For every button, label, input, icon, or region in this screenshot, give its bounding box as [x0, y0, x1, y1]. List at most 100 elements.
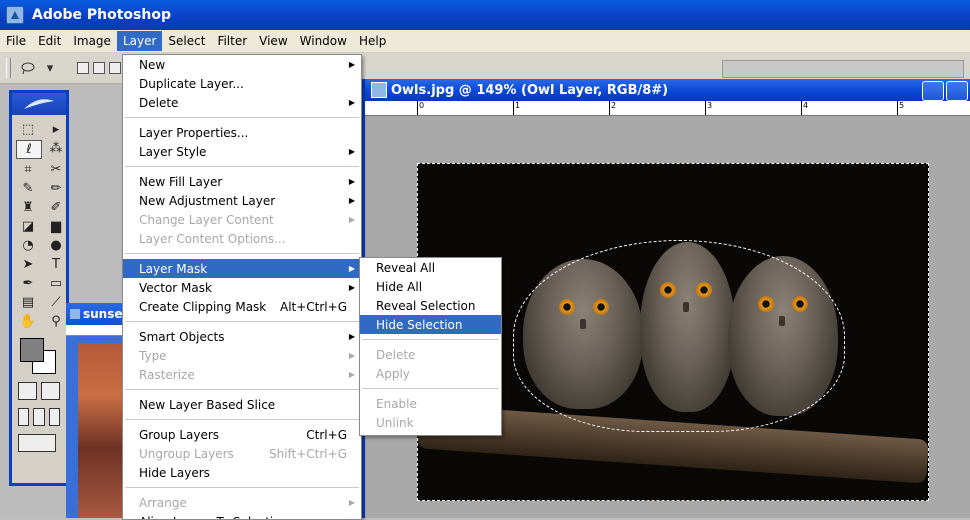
menu-item-smart-objects[interactable]: Smart Objects▶: [123, 327, 361, 346]
sunset-document-title-bar[interactable]: sunse: [66, 303, 126, 325]
ruler-tick-label: 5: [899, 101, 904, 110]
menu-file[interactable]: File: [0, 31, 32, 51]
menu-item-label: Layer Properties...: [139, 126, 248, 140]
menu-item-layer-content-options: Layer Content Options...: [123, 229, 361, 248]
type-tool-icon[interactable]: T: [44, 256, 68, 273]
menu-filter[interactable]: Filter: [211, 31, 253, 51]
mask-menu-item-apply: Apply: [360, 364, 501, 383]
mask-menu-item-hide-all[interactable]: Hide All: [360, 277, 501, 296]
notes-tool-icon[interactable]: ▤: [16, 294, 40, 311]
menu-item-label: Align Layers To Selection: [139, 515, 288, 520]
mask-menu-item-enable: Enable: [360, 394, 501, 413]
ruler-tick-mark: [897, 101, 898, 115]
menu-help[interactable]: Help: [353, 31, 392, 51]
document-title-bar[interactable]: Owls.jpg @ 149% (Owl Layer, RGB/8#): [365, 79, 970, 101]
eraser-tool-icon[interactable]: ◪: [16, 218, 40, 235]
menu-item-label: Change Layer Content: [139, 213, 274, 227]
options-bar-grip[interactable]: [6, 58, 11, 78]
ruler-tick-label: 1: [515, 101, 520, 110]
menu-item-new[interactable]: New▶: [123, 55, 361, 74]
menu-item-new-layer-based-slice[interactable]: New Layer Based Slice: [123, 395, 361, 414]
new-selection-icon[interactable]: [77, 62, 89, 74]
menu-item-new-adjustment-layer[interactable]: New Adjustment Layer▶: [123, 191, 361, 210]
menu-item-new-fill-layer[interactable]: New Fill Layer▶: [123, 172, 361, 191]
menu-item-arrange: Arrange▶: [123, 493, 361, 512]
menu-item-vector-mask[interactable]: Vector Mask▶: [123, 278, 361, 297]
rectangle-tool-icon[interactable]: ▭: [44, 275, 68, 292]
menu-layer[interactable]: Layer: [117, 31, 162, 51]
menu-item-hide-layers[interactable]: Hide Layers: [123, 463, 361, 482]
menu-item-create-clipping-mask[interactable]: Create Clipping MaskAlt+Ctrl+G: [123, 297, 361, 316]
menu-select[interactable]: Select: [162, 31, 211, 51]
submenu-arrow-icon: ▶: [349, 351, 355, 360]
standard-screen-mode-icon[interactable]: [18, 408, 29, 426]
minimize-window-button[interactable]: [922, 81, 944, 101]
lasso-tool-icon[interactable]: ℓ: [16, 140, 42, 159]
menu-item-shortcut: Shift+Ctrl+G: [269, 447, 347, 461]
menu-window[interactable]: Window: [294, 31, 353, 51]
menu-item-layer-style[interactable]: Layer Style▶: [123, 142, 361, 161]
sunset-image: [78, 343, 126, 518]
mask-menu-item-hide-selection[interactable]: Hide Selection: [360, 315, 501, 334]
jump-to-imageready-icon[interactable]: [18, 434, 56, 452]
subtract-from-selection-icon[interactable]: [109, 62, 121, 74]
move-tool-icon[interactable]: ▸: [44, 121, 68, 138]
menu-item-layer-mask[interactable]: Layer Mask ▶: [123, 259, 361, 278]
magic-wand-tool-icon[interactable]: ⁂: [44, 140, 68, 157]
mask-menu-item-unlink: Unlink: [360, 413, 501, 432]
maximize-window-button[interactable]: [946, 81, 968, 101]
menu-item-group-layers[interactable]: Group LayersCtrl+G: [123, 425, 361, 444]
layer-menu: New▶ Duplicate Layer... Delete▶ Layer Prope…: [122, 54, 362, 520]
sunset-ruler: [66, 325, 126, 336]
clone-stamp-tool-icon[interactable]: ♜: [16, 199, 40, 216]
menu-item-delete[interactable]: Delete▶: [123, 93, 361, 112]
submenu-arrow-icon: ▶: [349, 264, 355, 273]
brush-tool-icon[interactable]: ✏: [44, 180, 68, 197]
menu-item-label: Vector Mask: [139, 281, 212, 295]
foreground-color-swatch[interactable]: [20, 338, 44, 362]
path-selection-tool-icon[interactable]: ➤: [16, 256, 40, 273]
zoom-tool-icon[interactable]: ⚲: [44, 313, 68, 330]
ruler-tick-label: 0: [419, 101, 424, 110]
sunset-document-window[interactable]: sunse: [66, 303, 126, 518]
crop-tool-icon[interactable]: ⌗: [16, 161, 40, 178]
toolbox: ⬚ ▸ ℓ ⁂ ⌗ ✂ ✎ ✏ ♜ ✐ ◪ ▆ ◔ ● ➤ T ✒ ▭ ▤ ⟋ …: [9, 90, 69, 486]
menu-item-label: Smart Objects: [139, 330, 224, 344]
submenu-arrow-icon: ▶: [349, 177, 355, 186]
app-title: Adobe Photoshop: [32, 7, 171, 23]
menu-item-layer-properties[interactable]: Layer Properties...: [123, 123, 361, 142]
full-screen-mode-icon[interactable]: [49, 408, 60, 426]
add-to-selection-icon[interactable]: [93, 62, 105, 74]
mask-menu-item-reveal-selection[interactable]: Reveal Selection: [360, 296, 501, 315]
menu-item-label: Layer Mask: [139, 262, 207, 276]
full-screen-menu-mode-icon[interactable]: [33, 408, 44, 426]
menu-edit[interactable]: Edit: [32, 31, 67, 51]
dodge-tool-icon[interactable]: ●: [44, 237, 68, 254]
feather-icon[interactable]: [12, 93, 66, 115]
lasso-tool-preset-icon[interactable]: [17, 59, 39, 77]
hand-tool-icon[interactable]: ✋: [16, 313, 40, 330]
tool-preset-dropdown-icon[interactable]: ▾: [39, 59, 61, 77]
eyedropper-tool-icon[interactable]: ⟋: [44, 294, 68, 311]
menu-image[interactable]: Image: [67, 31, 117, 51]
standard-mode-icon[interactable]: [18, 382, 37, 400]
slice-tool-icon[interactable]: ✂: [44, 161, 68, 178]
menu-item-label: Rasterize: [139, 368, 195, 382]
quick-mask-mode-icon[interactable]: [41, 382, 60, 400]
menu-separator: [125, 321, 359, 322]
blur-tool-icon[interactable]: ◔: [16, 237, 40, 254]
healing-brush-tool-icon[interactable]: ✎: [16, 180, 40, 197]
color-swatches: [12, 334, 66, 378]
marquee-tool-icon[interactable]: ⬚: [16, 121, 40, 138]
horizontal-ruler: 012345: [365, 101, 970, 116]
pen-tool-icon[interactable]: ✒: [16, 275, 40, 292]
menu-item-rasterize: Rasterize▶: [123, 365, 361, 384]
history-brush-tool-icon[interactable]: ✐: [44, 199, 68, 216]
menu-item-label: Duplicate Layer...: [139, 77, 244, 91]
mask-menu-item-reveal-all[interactable]: Reveal All: [360, 258, 501, 277]
ruler-tick-mark: [513, 101, 514, 115]
menu-item-align-layers-to-selection[interactable]: Align Layers To Selection▶: [123, 512, 361, 520]
menu-view[interactable]: View: [253, 31, 293, 51]
gradient-tool-icon[interactable]: ▆: [44, 218, 68, 235]
menu-item-duplicate-layer[interactable]: Duplicate Layer...: [123, 74, 361, 93]
